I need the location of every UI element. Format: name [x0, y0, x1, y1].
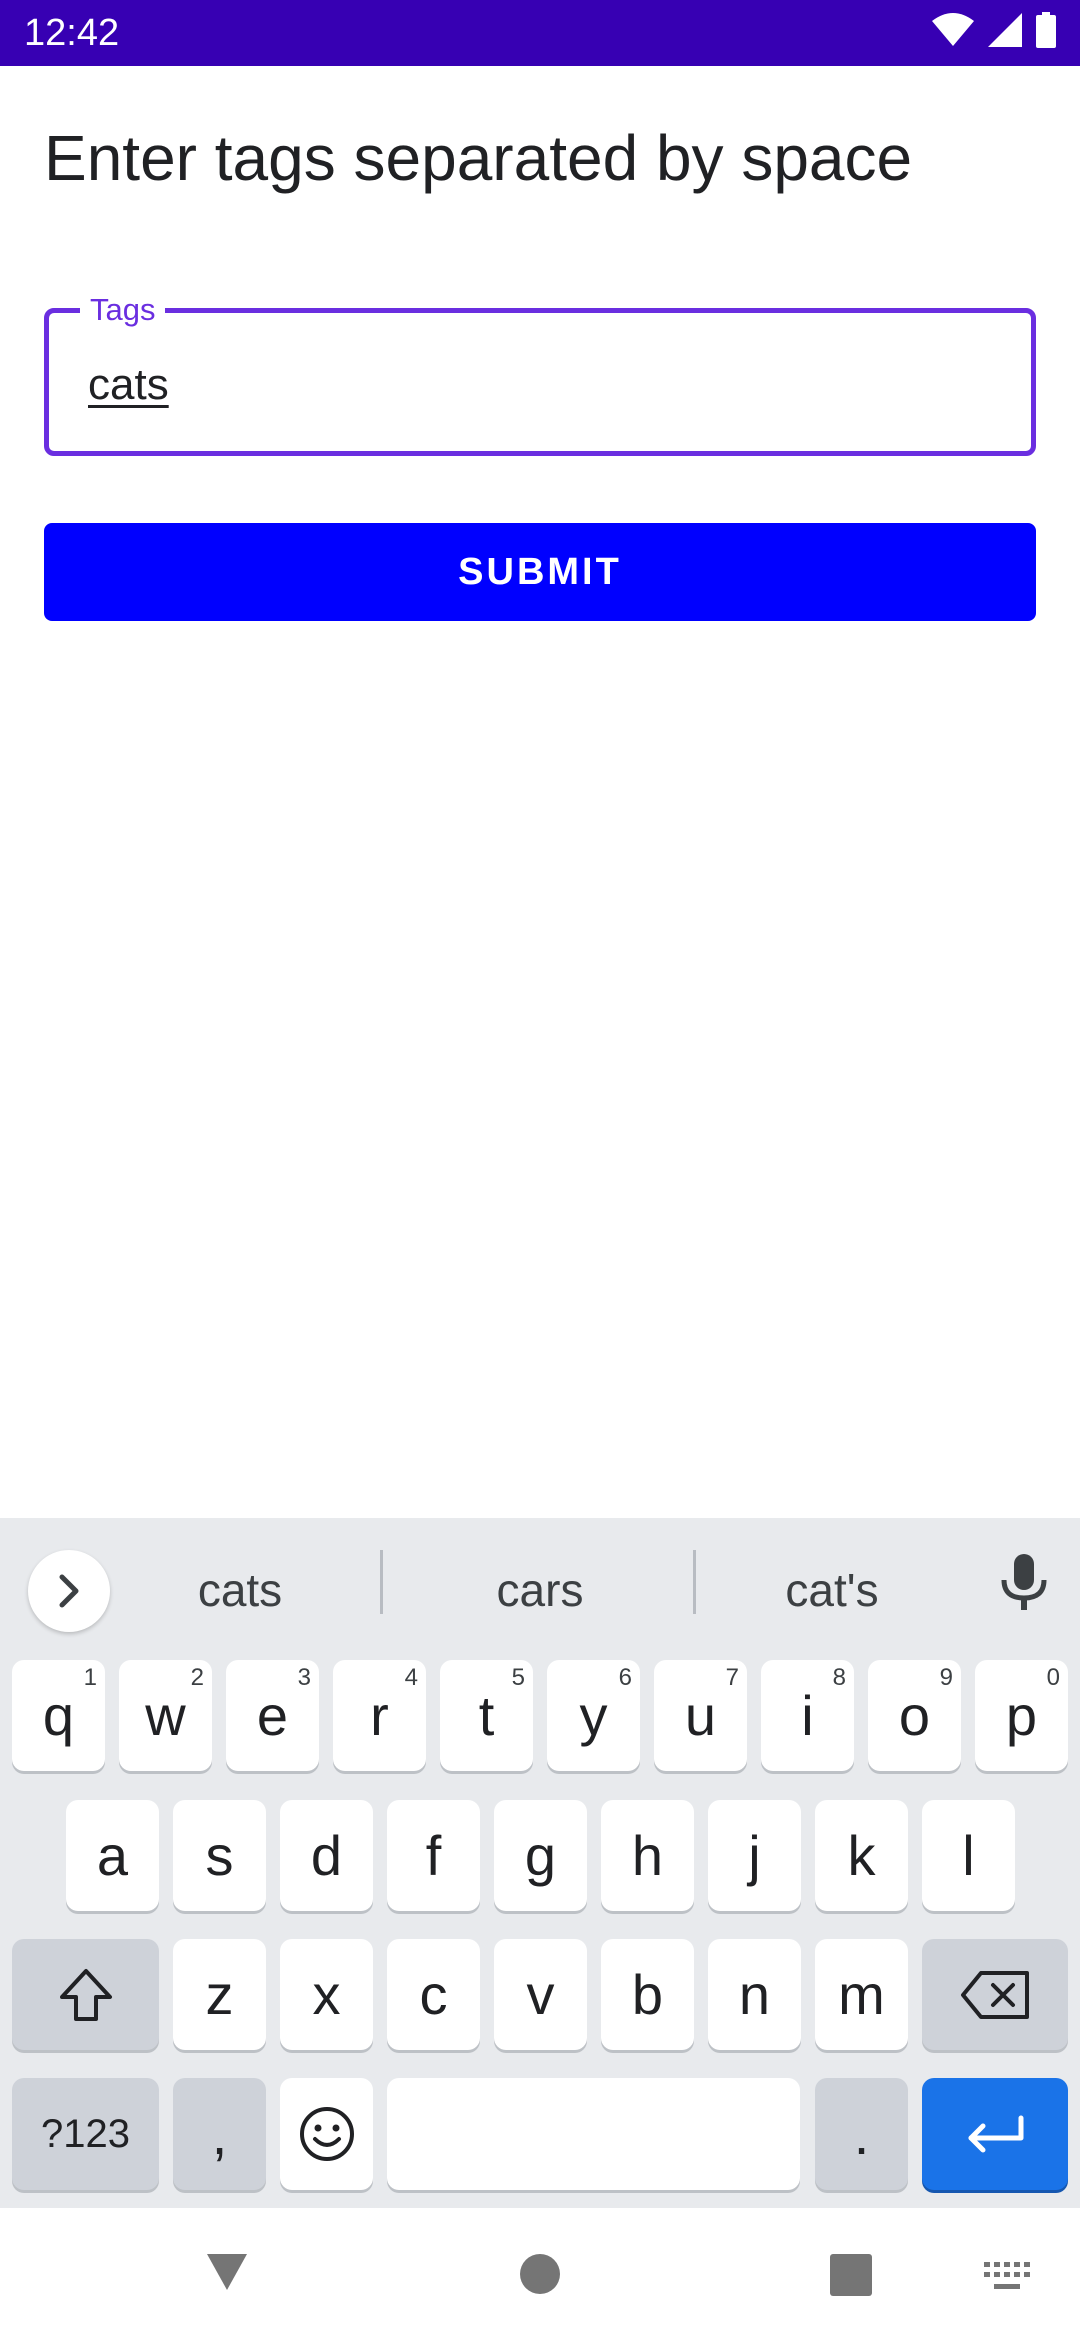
emoji-key[interactable]: [280, 2078, 373, 2190]
wifi-icon: [932, 13, 974, 46]
signal-icon: [988, 13, 1022, 47]
keyboard-icon: [984, 2262, 1030, 2289]
key-w[interactable]: w2: [119, 1660, 212, 1771]
key-hint: 5: [511, 1664, 525, 1691]
microphone-icon[interactable]: [998, 1552, 1050, 1619]
suggestion-divider: [693, 1550, 696, 1614]
key-d[interactable]: d: [280, 1800, 373, 1911]
key-label: p: [1005, 1684, 1038, 1747]
shift-key[interactable]: [12, 1939, 159, 2050]
key-m[interactable]: m: [815, 1939, 908, 2050]
tags-field-label: Tags: [80, 290, 166, 330]
suggestion-2[interactable]: cars: [440, 1560, 640, 1620]
key-hint: 9: [939, 1664, 953, 1691]
status-bar: [0, 0, 1080, 66]
key-label: w: [145, 1684, 186, 1747]
page-title: Enter tags separated by space: [44, 122, 913, 194]
key-t[interactable]: t5: [440, 1660, 533, 1771]
key-y[interactable]: y6: [547, 1660, 640, 1771]
key-label: e: [256, 1684, 289, 1747]
key-label: q: [42, 1684, 75, 1747]
key-label: i: [801, 1684, 814, 1747]
submit-button[interactable]: SUBMIT: [44, 523, 1036, 621]
key-label: u: [684, 1684, 717, 1747]
key-u[interactable]: u7: [654, 1660, 747, 1771]
key-l[interactable]: l: [922, 1800, 1015, 1911]
shift-icon: [59, 1968, 112, 2021]
tags-input[interactable]: [44, 308, 1036, 456]
key-n[interactable]: n: [708, 1939, 801, 2050]
key-x[interactable]: x: [280, 1939, 373, 2050]
backspace-icon: [961, 1970, 1029, 2019]
back-triangle-icon: [207, 2254, 247, 2290]
tags-input-value[interactable]: cats: [88, 357, 169, 413]
key-hint: 2: [190, 1664, 204, 1691]
key-q[interactable]: q1: [12, 1660, 105, 1771]
chevron-right-icon: [59, 1574, 79, 1608]
key-e[interactable]: e3: [226, 1660, 319, 1771]
symbols-key[interactable]: ?123: [12, 2078, 159, 2190]
key-o[interactable]: o9: [868, 1660, 961, 1771]
key-b[interactable]: b: [601, 1939, 694, 2050]
key-hint: 0: [1046, 1664, 1060, 1691]
suggestion-1[interactable]: cats: [140, 1560, 340, 1620]
key-i[interactable]: i8: [761, 1660, 854, 1771]
suggestions-expand-button[interactable]: [28, 1550, 110, 1632]
key-label: r: [370, 1684, 389, 1747]
key-r[interactable]: r4: [333, 1660, 426, 1771]
key-label: t: [478, 1684, 495, 1747]
key-label: o: [898, 1684, 931, 1747]
key-k[interactable]: k: [815, 1800, 908, 1911]
key-hint: 8: [832, 1664, 846, 1691]
key-hint: 6: [618, 1664, 632, 1691]
emoji-icon: [299, 2107, 354, 2161]
status-icons: [932, 12, 1056, 48]
key-a[interactable]: a: [66, 1800, 159, 1911]
key-label: y: [579, 1684, 608, 1747]
key-hint: 7: [725, 1664, 739, 1691]
key-hint: 4: [404, 1664, 418, 1691]
key-c[interactable]: c: [387, 1939, 480, 2050]
suggestion-3[interactable]: cat's: [732, 1560, 932, 1620]
enter-arrow-icon: [968, 2115, 1024, 2153]
key-hint: 1: [83, 1664, 97, 1691]
recents-nav-button[interactable]: [830, 2254, 872, 2301]
key-f[interactable]: f: [387, 1800, 480, 1911]
keyboard-switcher-button[interactable]: [984, 2262, 1032, 2297]
back-nav-button[interactable]: [203, 2250, 251, 2299]
key-g[interactable]: g: [494, 1800, 587, 1911]
recents-square-icon: [830, 2254, 872, 2296]
period-key[interactable]: .: [815, 2078, 908, 2190]
key-v[interactable]: v: [494, 1939, 587, 2050]
suggestion-divider: [380, 1550, 383, 1614]
space-key[interactable]: [387, 2078, 800, 2190]
enter-key[interactable]: [922, 2078, 1068, 2190]
key-hint: 3: [297, 1664, 311, 1691]
status-time: 12:42: [24, 12, 120, 54]
home-circle-icon: [520, 2254, 560, 2294]
home-nav-button[interactable]: [518, 2252, 562, 2301]
key-z[interactable]: z: [173, 1939, 266, 2050]
comma-key[interactable]: ,: [173, 2078, 266, 2190]
key-h[interactable]: h: [601, 1800, 694, 1911]
key-p[interactable]: p0: [975, 1660, 1068, 1771]
battery-icon: [1036, 12, 1056, 48]
key-s[interactable]: s: [173, 1800, 266, 1911]
backspace-key[interactable]: [922, 1939, 1068, 2050]
key-j[interactable]: j: [708, 1800, 801, 1911]
